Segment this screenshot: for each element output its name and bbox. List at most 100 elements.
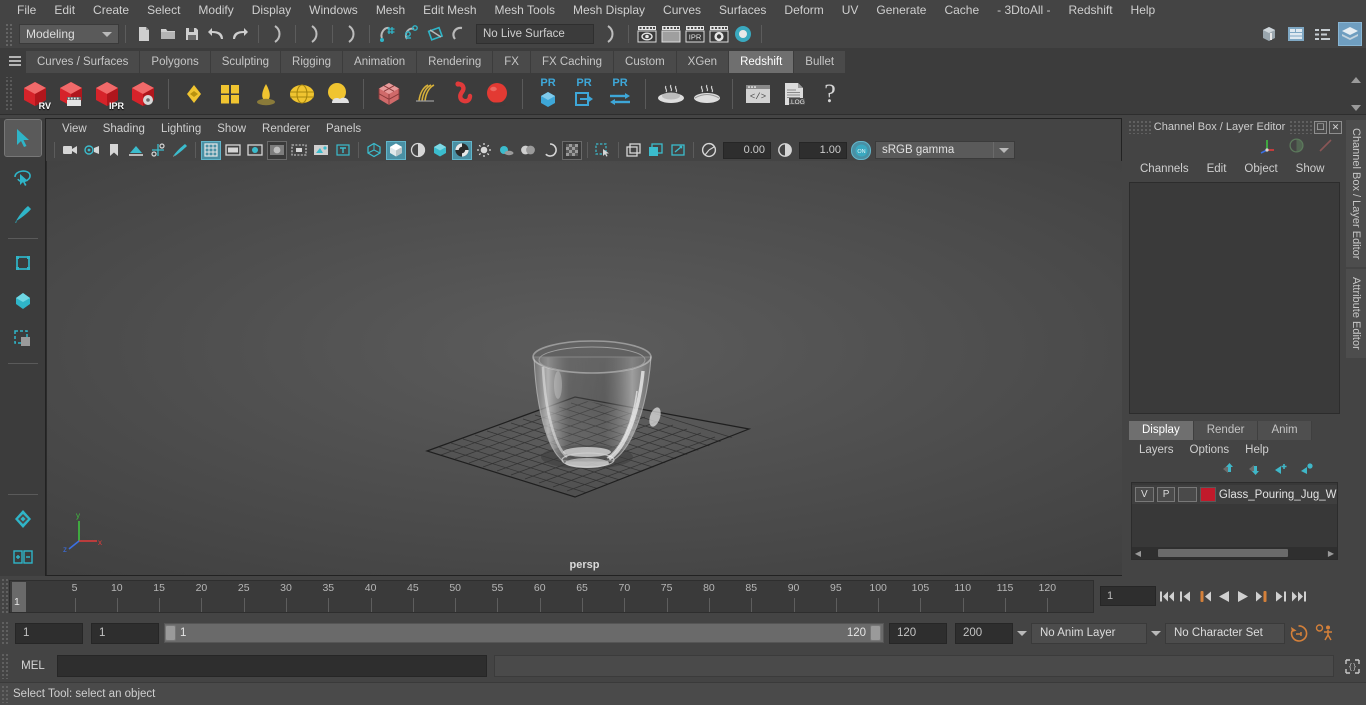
smooth-shade-icon[interactable] xyxy=(386,140,406,160)
snap-grid-toolbox[interactable] xyxy=(5,501,41,537)
play-backwards-icon[interactable] xyxy=(1215,586,1232,606)
select-by-hierarchy-icon[interactable] xyxy=(265,22,289,46)
shaded-wireframe-icon[interactable] xyxy=(408,141,428,160)
select-by-component-icon[interactable] xyxy=(339,22,363,46)
auto-key-icon[interactable] xyxy=(1285,624,1311,643)
image-plane-icon[interactable] xyxy=(126,141,146,160)
shelf-redshift-help[interactable]: ? xyxy=(812,76,848,112)
film-origin-icon[interactable] xyxy=(289,141,309,160)
shelf-redshift-bake-2[interactable] xyxy=(689,76,725,112)
make-live-surface-field[interactable]: No Live Surface xyxy=(476,24,594,44)
move-layer-down-icon[interactable] xyxy=(1248,463,1262,478)
time-slider-grip[interactable] xyxy=(0,578,9,614)
scroll-right-icon[interactable]: ▶ xyxy=(1325,549,1337,558)
anim-layer-chevron-icon[interactable] xyxy=(1147,630,1165,636)
lasso-select-tool[interactable] xyxy=(5,158,41,194)
viewport-menu-shading[interactable]: Shading xyxy=(95,119,153,139)
flat-shade-icon[interactable] xyxy=(430,141,450,160)
shelf-tab-fx-caching[interactable]: FX Caching xyxy=(530,51,615,73)
layer-row[interactable]: V P Glass_Pouring_Jug_Wi xyxy=(1132,485,1337,504)
shelf-scroll-up-icon[interactable] xyxy=(1351,77,1361,83)
shelf-tab-sculpting[interactable]: Sculpting xyxy=(210,51,282,73)
menu-uv[interactable]: UV xyxy=(833,0,868,20)
step-forward-frame-icon[interactable] xyxy=(1253,586,1270,606)
bookmark-icon[interactable] xyxy=(104,141,124,160)
move-tool[interactable] xyxy=(5,245,41,281)
save-scene-icon[interactable] xyxy=(180,22,204,46)
time-slider-track[interactable]: 1 5 10 15 20 25 30 35 40 45 50 55 60 65 70 75 80 85 90 95 1… xyxy=(9,580,1094,613)
menu-select[interactable]: Select xyxy=(138,0,189,20)
panel-grip-right[interactable] xyxy=(1288,120,1314,134)
layer-color-swatch[interactable] xyxy=(1200,487,1216,502)
range-options-chevron-icon[interactable] xyxy=(1013,630,1031,636)
shelf-tab-xgen[interactable]: XGen xyxy=(676,51,730,73)
range-slider-grip[interactable] xyxy=(0,621,9,645)
shelf-redshift-pr-transfer[interactable]: PR xyxy=(602,76,638,112)
shelf-redshift-proxy-cube[interactable] xyxy=(371,76,407,112)
viewport-menu-renderer[interactable]: Renderer xyxy=(254,119,318,139)
shelf-menu-icon[interactable] xyxy=(4,48,26,73)
layer-playback-toggle[interactable]: P xyxy=(1156,487,1176,502)
layer-tab-render[interactable]: Render xyxy=(1193,421,1259,440)
color-management-toggle-icon[interactable]: ON xyxy=(851,140,871,160)
layer-name[interactable]: Glass_Pouring_Jug_Wi xyxy=(1219,489,1337,501)
menu-help[interactable]: Help xyxy=(1122,0,1165,20)
shelf-redshift-dome-light[interactable] xyxy=(284,76,320,112)
gamma-icon[interactable] xyxy=(775,141,795,160)
shelf-redshift-render-sequence[interactable] xyxy=(53,76,89,112)
layer-type-toggle[interactable] xyxy=(1178,487,1198,502)
layer-list-scrollbar[interactable]: ◀ ▶ xyxy=(1132,547,1337,559)
menu-3dtoall[interactable]: - 3DtoAll - xyxy=(988,0,1059,20)
gate-mask-icon[interactable] xyxy=(267,140,287,160)
shelf-redshift-render-view[interactable]: RV xyxy=(17,76,53,112)
color-management-selector[interactable]: sRGB gamma xyxy=(875,141,1015,159)
text-icon[interactable] xyxy=(333,141,353,160)
go-to-end-icon[interactable] xyxy=(1291,586,1308,606)
gamma-field[interactable]: 1.00 xyxy=(799,141,847,159)
attribute-icon[interactable] xyxy=(1317,137,1334,157)
menu-mesh-tools[interactable]: Mesh Tools xyxy=(486,0,564,20)
paint-select-tool[interactable] xyxy=(5,196,41,232)
layer-list[interactable]: V P Glass_Pouring_Jug_Wi ◀ ▶ xyxy=(1131,482,1338,560)
side-tab-attribute-editor[interactable]: Attribute Editor xyxy=(1346,269,1366,359)
show-hide-tool-settings-icon[interactable] xyxy=(1311,22,1335,46)
ipr-render-icon[interactable]: IPR xyxy=(683,22,707,46)
show-hide-channel-box-icon[interactable] xyxy=(1338,22,1362,46)
shelf-tab-curves-surfaces[interactable]: Curves / Surfaces xyxy=(26,51,141,73)
snap-to-point-icon[interactable] xyxy=(424,22,448,46)
anim-layer-selector[interactable]: No Anim Layer xyxy=(1031,622,1147,644)
shelf-tab-rigging[interactable]: Rigging xyxy=(281,51,344,73)
shelf-scroll-down-icon[interactable] xyxy=(1351,105,1361,111)
panel-grip[interactable] xyxy=(1127,120,1153,134)
shelf-redshift-pr-object[interactable]: PR xyxy=(530,76,566,112)
step-back-keyframe-icon[interactable] xyxy=(1177,586,1194,606)
shelf-tab-fx[interactable]: FX xyxy=(493,51,531,73)
close-icon[interactable]: ✕ xyxy=(1329,120,1342,134)
menu-display[interactable]: Display xyxy=(243,0,300,20)
shelf-tab-bullet[interactable]: Bullet xyxy=(794,51,847,73)
shelf-redshift-material[interactable] xyxy=(176,76,212,112)
menu-surfaces[interactable]: Surfaces xyxy=(710,0,775,20)
layer-tab-anim[interactable]: Anim xyxy=(1258,421,1312,440)
menu-file[interactable]: File xyxy=(8,0,45,20)
shelf-redshift-render-settings[interactable] xyxy=(125,76,161,112)
go-to-start-icon[interactable] xyxy=(1158,586,1175,606)
channel-box-content[interactable] xyxy=(1129,182,1340,414)
menu-windows[interactable]: Windows xyxy=(300,0,367,20)
anim-end-field[interactable]: 200 xyxy=(955,622,1013,644)
camera-attributes-icon[interactable] xyxy=(82,141,102,160)
shelf-redshift-material-blender[interactable] xyxy=(212,76,248,112)
viewport-menu-lighting[interactable]: Lighting xyxy=(153,119,209,139)
layer-visibility-toggle[interactable]: V xyxy=(1135,487,1154,502)
menu-cache[interactable]: Cache xyxy=(935,0,988,20)
render-view-icon[interactable] xyxy=(635,22,659,46)
move-layer-up-icon[interactable] xyxy=(1222,462,1236,478)
multisample-icon[interactable] xyxy=(562,140,582,160)
shelf-redshift-pr-export[interactable]: PR xyxy=(566,76,602,112)
new-layer-from-selected-icon[interactable] xyxy=(1300,462,1314,478)
rotate-tool[interactable] xyxy=(5,283,41,319)
new-layer-icon[interactable] xyxy=(1274,463,1288,478)
menu-create[interactable]: Create xyxy=(84,0,138,20)
menu-mesh-display[interactable]: Mesh Display xyxy=(564,0,654,20)
range-bar[interactable]: 1 120 xyxy=(164,623,884,643)
